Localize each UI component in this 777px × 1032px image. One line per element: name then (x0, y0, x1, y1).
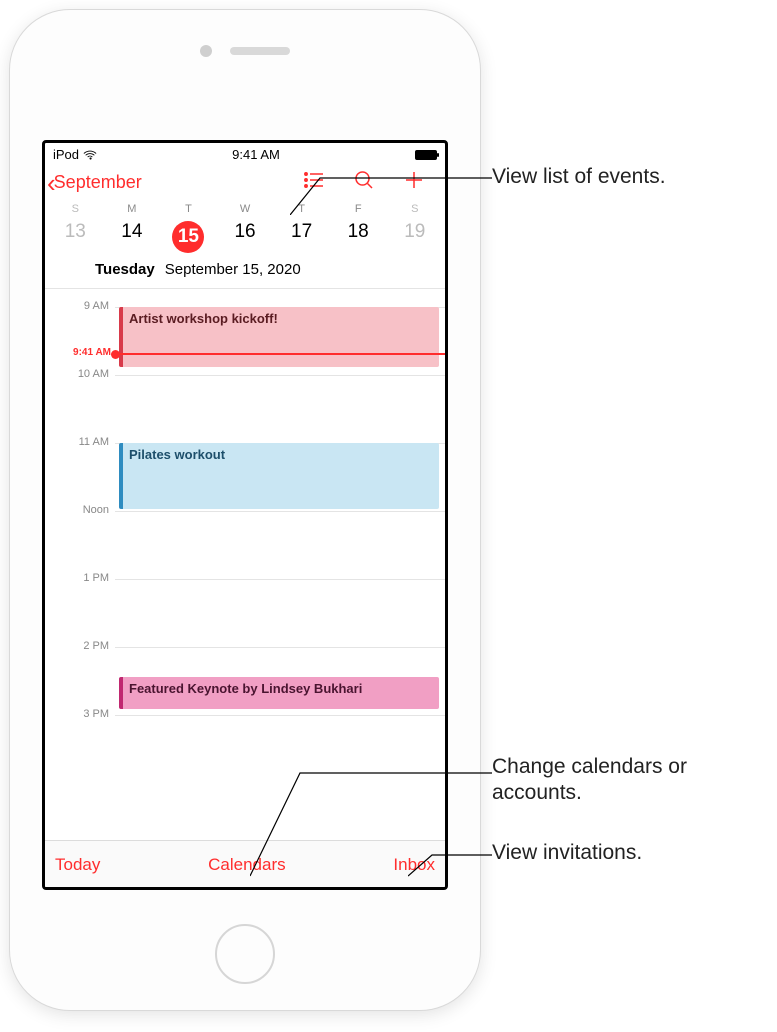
hour-label: 10 AM (45, 368, 109, 380)
hour-label: 2 PM (45, 640, 109, 652)
status-bar: iPod 9:41 AM (45, 143, 445, 162)
home-button[interactable] (215, 924, 275, 984)
day-19[interactable]: 19 (386, 221, 443, 253)
day-18[interactable]: 18 (330, 221, 387, 253)
hour-row: 1 PM (45, 579, 445, 647)
hour-label: 1 PM (45, 572, 109, 584)
annotation-inbox: View invitations. (492, 840, 642, 866)
calendar-event[interactable]: Featured Keynote by Lindsey Bukhari (119, 677, 439, 709)
day-13[interactable]: 13 (47, 221, 104, 253)
now-indicator (115, 353, 445, 355)
carrier-label: iPod (53, 147, 79, 162)
calendar-event[interactable]: Artist workshop kickoff! (119, 307, 439, 367)
wifi-icon (83, 148, 97, 162)
today-button[interactable]: Today (55, 855, 100, 875)
hour-label: 9 AM (45, 300, 109, 312)
hour-label: 11 AM (45, 436, 109, 448)
now-label: 9:41 AM (45, 347, 111, 358)
battery-icon (415, 150, 437, 160)
day-15[interactable]: 15 (160, 221, 217, 253)
day-16[interactable]: 16 (217, 221, 274, 253)
day-14[interactable]: 14 (104, 221, 161, 253)
hour-row: 10 AM (45, 375, 445, 443)
full-date: Tuesday September 15, 2020 (45, 257, 445, 288)
back-button[interactable]: ‹ September (47, 170, 289, 196)
week-dates: 13 14 15 16 17 18 19 (45, 215, 445, 257)
status-time: 9:41 AM (232, 147, 280, 162)
annotation-list: View list of events. (492, 164, 666, 190)
day-17[interactable]: 17 (273, 221, 330, 253)
calendar-event[interactable]: Pilates workout (119, 443, 439, 509)
hour-row: Noon (45, 511, 445, 579)
hour-label: 3 PM (45, 708, 109, 720)
day-timeline[interactable]: 9 AM10 AM11 AMNoon1 PM2 PM3 PMArtist wor… (45, 288, 445, 840)
hour-label: Noon (45, 504, 109, 516)
back-label: September (54, 172, 142, 193)
annotation-calendars: Change calendars or accounts. (492, 754, 777, 807)
